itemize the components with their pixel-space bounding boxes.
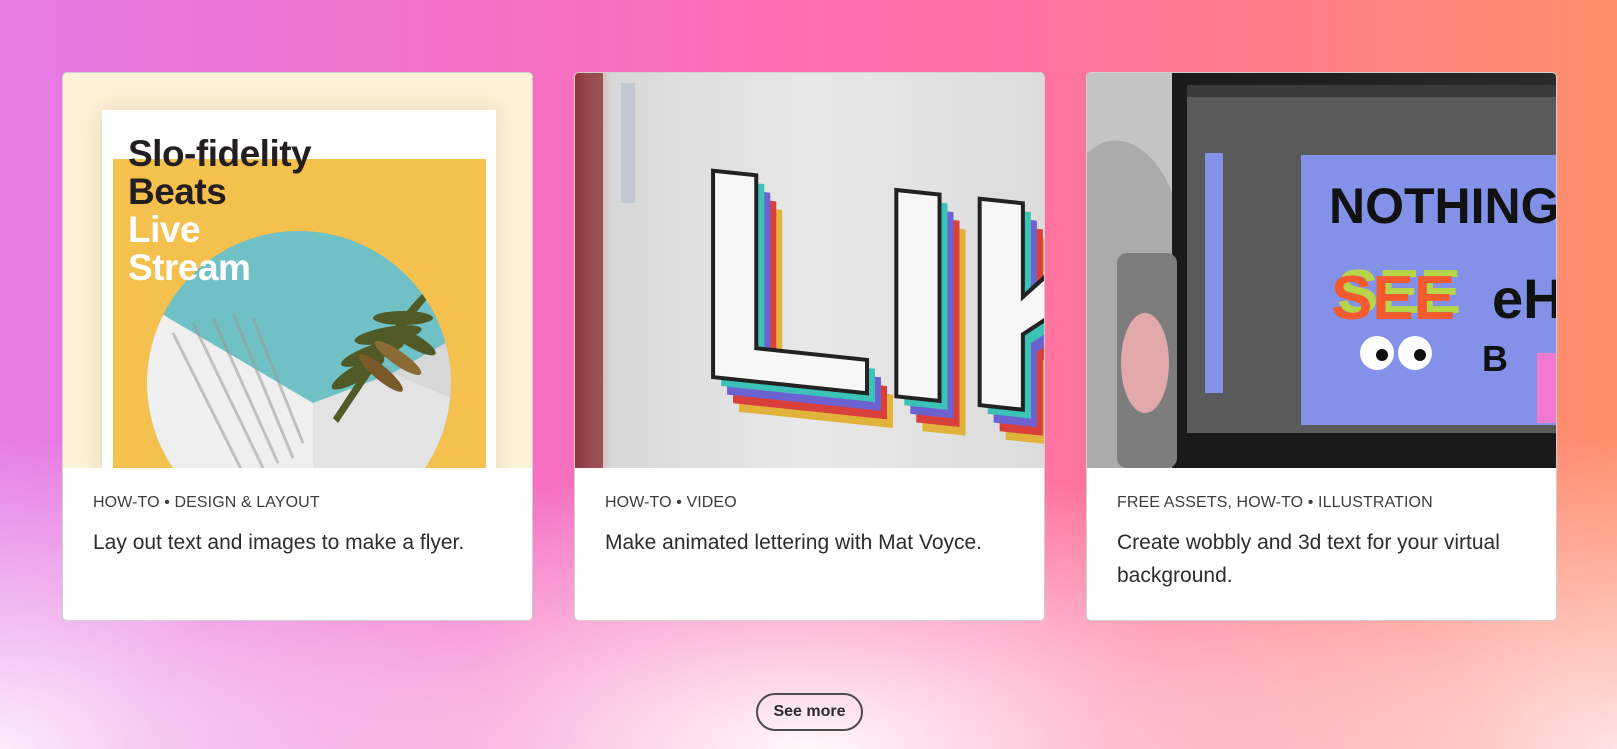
flyer-line-3: Live	[128, 209, 201, 250]
flyer-line-4: Stream	[128, 247, 251, 288]
card-thumbnail-lettering[interactable]: LIKE LIKE LIKE LIKE LIKE	[575, 73, 1044, 468]
card-body: HOW-TO • VIDEO Make animated lettering w…	[575, 468, 1044, 559]
card-body: FREE ASSETS, HOW-TO • ILLUSTRATION Creat…	[1087, 468, 1556, 592]
card-category: HOW-TO • DESIGN & LAYOUT	[93, 494, 320, 511]
card-title[interactable]: Lay out text and images to make a flyer.	[93, 526, 502, 559]
page: { "cards": [ { "meta": "HOW-TO • DESIGN …	[0, 0, 1617, 749]
card-category: HOW-TO • VIDEO	[605, 494, 737, 511]
monitor-text-nothing: NOTHING	[1329, 178, 1556, 234]
card-title[interactable]: Create wobbly and 3d text for your virtu…	[1117, 526, 1526, 592]
article-card-lettering[interactable]: LIKE LIKE LIKE LIKE LIKE HOW-TO • VIDEO …	[574, 72, 1045, 621]
monitor-text-b: B	[1482, 338, 1508, 379]
monitor-illustration: NOTHING SEE SEE eH B	[1087, 73, 1556, 468]
card-thumbnail-flyer[interactable]: Slo-fidelity Beats Live Stream	[63, 73, 532, 468]
card-body: HOW-TO • DESIGN & LAYOUT Lay out text an…	[63, 468, 532, 559]
lettering-word: LIKE	[693, 104, 1044, 468]
card-grid: Slo-fidelity Beats Live Stream HOW-TO • …	[62, 72, 1560, 621]
lettering-illustration: LIKE LIKE LIKE LIKE LIKE	[575, 73, 1044, 468]
article-card-3d-text[interactable]: NOTHING SEE SEE eH B FREE ASSETS, HOW-TO…	[1086, 72, 1557, 621]
flyer-headline: Slo-fidelity Beats Live Stream	[128, 133, 312, 288]
card-thumbnail-3d-text[interactable]: NOTHING SEE SEE eH B	[1087, 73, 1556, 468]
see-more-button[interactable]: See more	[756, 693, 863, 731]
flyer-line-1: Slo-fidelity	[128, 133, 312, 174]
monitor-text-eh: eH	[1492, 267, 1556, 330]
flyer-line-2: Beats	[128, 171, 227, 212]
card-category: FREE ASSETS, HOW-TO • ILLUSTRATION	[1117, 494, 1433, 511]
article-card-flyer[interactable]: Slo-fidelity Beats Live Stream HOW-TO • …	[62, 72, 533, 621]
card-title[interactable]: Make animated lettering with Mat Voyce.	[605, 526, 1014, 559]
monitor-text-see: SEE	[1331, 264, 1455, 333]
